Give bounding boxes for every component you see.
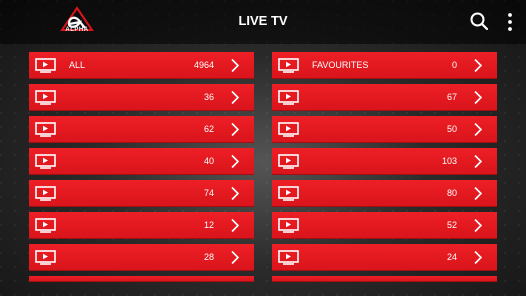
- channel-count: 62: [203, 124, 214, 134]
- channel-count: 74: [203, 188, 214, 198]
- chevron-right-icon: [473, 186, 483, 201]
- channel-count: 40: [203, 156, 214, 166]
- category-list-right: FAVOURITES 0 67 50 103 80 52 24: [272, 52, 497, 282]
- category-row-partial[interactable]: [272, 276, 497, 282]
- chevron-right-icon: [473, 218, 483, 233]
- chevron-right-icon: [473, 250, 483, 265]
- channel-count: 67: [446, 92, 457, 102]
- tv-play-icon: [35, 58, 56, 73]
- chevron-right-icon: [473, 122, 483, 137]
- channel-count: 80: [446, 188, 457, 198]
- chevron-right-icon: [230, 154, 240, 169]
- chevron-right-icon: [230, 250, 240, 265]
- top-bar: ALPHA LIVE TV: [0, 0, 526, 44]
- tv-play-icon: [35, 250, 56, 265]
- tv-play-icon: [278, 154, 299, 169]
- page-title: LIVE TV: [238, 13, 288, 28]
- tv-play-icon: [35, 90, 56, 105]
- channel-count: 0: [451, 60, 457, 70]
- category-row[interactable]: ALL 4964: [29, 52, 254, 79]
- more-vertical-icon[interactable]: [505, 12, 515, 32]
- channel-count: 28: [203, 252, 214, 262]
- category-row[interactable]: 67: [272, 84, 497, 111]
- category-row[interactable]: 36: [29, 84, 254, 111]
- category-row[interactable]: 62: [29, 116, 254, 143]
- tv-play-icon: [35, 186, 56, 201]
- chevron-right-icon: [473, 58, 483, 73]
- channel-count: 4964: [193, 60, 214, 70]
- category-row[interactable]: 12: [29, 212, 254, 239]
- category-row[interactable]: 28: [29, 244, 254, 271]
- tv-play-icon: [35, 154, 56, 169]
- tv-play-icon: [278, 186, 299, 201]
- category-row[interactable]: 80: [272, 180, 497, 207]
- category-name: ALL: [69, 60, 86, 70]
- chevron-right-icon: [473, 154, 483, 169]
- category-name: FAVOURITES: [312, 60, 369, 70]
- chevron-right-icon: [230, 218, 240, 233]
- category-row[interactable]: 74: [29, 180, 254, 207]
- category-row[interactable]: 103: [272, 148, 497, 175]
- tv-play-icon: [278, 122, 299, 137]
- category-row[interactable]: 24: [272, 244, 497, 271]
- tv-play-icon: [278, 90, 299, 105]
- category-row[interactable]: 50: [272, 116, 497, 143]
- tv-play-icon: [35, 122, 56, 137]
- category-row[interactable]: 40: [29, 148, 254, 175]
- tv-play-icon: [278, 250, 299, 265]
- category-row[interactable]: FAVOURITES 0: [272, 52, 497, 79]
- channel-count: 103: [441, 156, 457, 166]
- category-list-left: ALL 4964 36 62 40 74 12 28: [29, 52, 254, 282]
- chevron-right-icon: [473, 90, 483, 105]
- category-row[interactable]: 52: [272, 212, 497, 239]
- chevron-right-icon: [230, 122, 240, 137]
- channel-count: 50: [446, 124, 457, 134]
- chevron-right-icon: [230, 58, 240, 73]
- channel-count: 24: [446, 252, 457, 262]
- tv-play-icon: [278, 218, 299, 233]
- chevron-right-icon: [230, 186, 240, 201]
- tv-play-icon: [278, 58, 299, 73]
- channel-count: 36: [203, 92, 214, 102]
- tv-play-icon: [35, 218, 56, 233]
- search-icon[interactable]: [470, 12, 488, 30]
- chevron-right-icon: [230, 90, 240, 105]
- channel-count: 52: [446, 220, 457, 230]
- category-row-partial[interactable]: [29, 276, 254, 282]
- channel-count: 12: [203, 220, 214, 230]
